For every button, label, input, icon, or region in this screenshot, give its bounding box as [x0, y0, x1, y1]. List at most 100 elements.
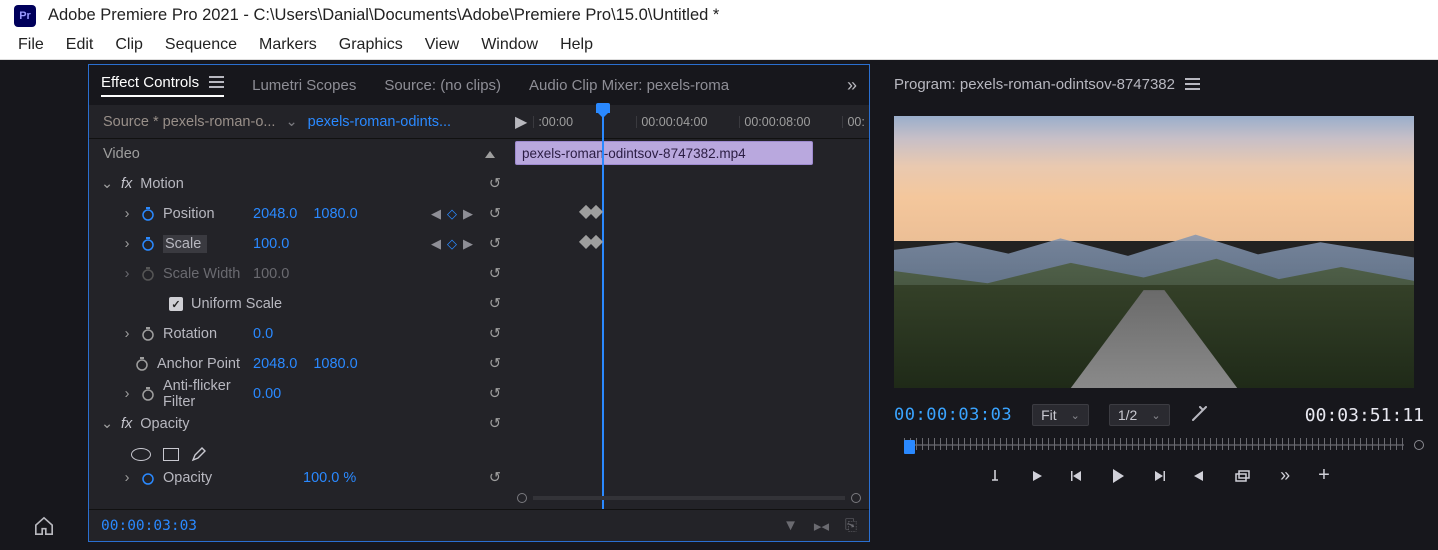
menu-clip[interactable]: Clip [115, 36, 143, 54]
program-playhead[interactable] [904, 440, 915, 454]
more-buttons-icon[interactable]: » [1280, 465, 1290, 486]
rectangle-mask-icon[interactable] [163, 448, 179, 461]
stopwatch-icon[interactable] [135, 357, 149, 371]
reset-icon[interactable]: ↺ [489, 326, 501, 342]
opacity-label: Opacity [140, 416, 473, 432]
lift-icon[interactable] [1234, 469, 1252, 483]
zoom-handle-left[interactable] [517, 493, 527, 503]
chevron-right-icon[interactable]: › [121, 470, 133, 486]
export-icon[interactable]: ⎘ [845, 517, 857, 534]
reset-icon[interactable]: ↺ [489, 206, 501, 222]
tab-audio-clip-mixer[interactable]: Audio Clip Mixer: pexels-roma [529, 77, 729, 94]
ec-zoom-scrub [89, 487, 869, 509]
reset-icon[interactable]: ↺ [489, 236, 501, 252]
add-keyframe-icon[interactable]: ◇ [447, 206, 457, 222]
anchor-x-value[interactable]: 2048.0 [253, 356, 297, 372]
stopwatch-icon[interactable] [141, 387, 155, 401]
zoom-track[interactable] [533, 493, 845, 503]
rotation-value[interactable]: 0.0 [253, 326, 273, 342]
fx-icon[interactable]: fx [121, 176, 132, 192]
prev-keyframe-icon[interactable]: ◀ [431, 236, 441, 252]
menu-view[interactable]: View [425, 36, 459, 54]
timeline-clip[interactable]: pexels-roman-odintsov-8747382.mp4 [515, 141, 813, 165]
reset-icon[interactable]: ↺ [489, 470, 501, 486]
more-tabs-icon[interactable]: » [847, 75, 857, 96]
menu-bar: File Edit Clip Sequence Markers Graphics… [0, 31, 1438, 60]
effect-motion: ⌄ fx Motion ↺ [89, 169, 869, 199]
opacity-value[interactable]: 100.0 % [303, 470, 356, 486]
reset-icon[interactable]: ↺ [489, 416, 501, 432]
reset-icon: ↺ [489, 266, 501, 282]
collapse-icon[interactable] [485, 151, 495, 158]
pen-mask-icon[interactable] [191, 446, 207, 462]
filter-icon[interactable]: ▼ [783, 517, 798, 534]
settings-icon[interactable] [1190, 406, 1208, 424]
stopwatch-icon [141, 267, 155, 281]
chevron-down-icon[interactable]: ⌄ [101, 416, 113, 432]
video-header: Video pexels-roman-odintsov-8747382.mp4 [89, 139, 869, 169]
step-back-icon[interactable] [1070, 469, 1084, 483]
ruler-end-handle[interactable] [1414, 440, 1424, 450]
panel-menu-icon[interactable] [1185, 78, 1200, 90]
menu-help[interactable]: Help [560, 36, 593, 54]
stopwatch-icon[interactable] [141, 237, 155, 251]
position-y-value[interactable]: 1080.0 [313, 206, 357, 222]
stopwatch-icon[interactable] [141, 471, 155, 485]
chevron-right-icon[interactable]: › [121, 326, 133, 342]
go-to-in-icon[interactable] [1028, 469, 1044, 483]
tab-source[interactable]: Source: (no clips) [384, 77, 501, 94]
menu-edit[interactable]: Edit [66, 36, 94, 54]
source-dropdown-icon[interactable]: ⌄ [285, 114, 297, 130]
add-button-icon[interactable]: + [1318, 464, 1330, 487]
chevron-right-icon[interactable]: › [121, 206, 133, 222]
chevron-down-icon[interactable]: ⌄ [101, 176, 113, 192]
menu-file[interactable]: File [18, 36, 44, 54]
ec-rows: Video pexels-roman-odintsov-8747382.mp4 … [89, 139, 869, 509]
anti-flicker-value[interactable]: 0.00 [253, 386, 281, 402]
play-only-icon[interactable]: ▶ [509, 112, 533, 132]
program-monitor[interactable] [894, 116, 1414, 388]
program-ruler[interactable] [894, 434, 1424, 456]
keyframe[interactable] [589, 235, 603, 249]
menu-graphics[interactable]: Graphics [339, 36, 403, 54]
zoom-handle-right[interactable] [851, 493, 861, 503]
menu-window[interactable]: Window [481, 36, 538, 54]
sequence-link[interactable]: pexels-roman-odints... [308, 114, 451, 130]
menu-markers[interactable]: Markers [259, 36, 317, 54]
panel-menu-icon[interactable] [209, 76, 224, 88]
program-timecode[interactable]: 00:00:03:03 [894, 405, 1012, 425]
keyframe[interactable] [589, 205, 603, 219]
zoom-fit-select[interactable]: Fit ⌄ [1032, 404, 1089, 426]
next-keyframe-icon[interactable]: ▶ [463, 236, 473, 252]
go-to-out-icon[interactable] [1192, 469, 1208, 483]
ellipse-mask-icon[interactable] [131, 448, 151, 461]
anchor-y-value[interactable]: 1080.0 [313, 356, 357, 372]
step-forward-icon[interactable] [1152, 469, 1166, 483]
chevron-right-icon[interactable]: › [121, 386, 133, 402]
mark-in-icon[interactable] [988, 468, 1002, 484]
reset-icon[interactable]: ↺ [489, 296, 501, 312]
menu-sequence[interactable]: Sequence [165, 36, 237, 54]
prev-keyframe-icon[interactable]: ◀ [431, 206, 441, 222]
reset-icon[interactable]: ↺ [489, 356, 501, 372]
reset-icon[interactable]: ↺ [489, 386, 501, 402]
position-x-value[interactable]: 2048.0 [253, 206, 297, 222]
home-icon[interactable] [33, 516, 55, 536]
next-keyframe-icon[interactable]: ▶ [463, 206, 473, 222]
tab-effect-controls[interactable]: Effect Controls [101, 74, 224, 97]
ec-timecode[interactable]: 00:00:03:03 [101, 518, 197, 534]
chevron-right-icon[interactable]: › [121, 236, 133, 252]
reset-icon[interactable]: ↺ [489, 176, 501, 192]
stopwatch-icon[interactable] [141, 327, 155, 341]
ec-footer: 00:00:03:03 ▼ ▸◂ ⎘ [89, 509, 869, 541]
scale-value[interactable]: 100.0 [253, 236, 289, 252]
stopwatch-icon[interactable] [141, 207, 155, 221]
ec-ruler[interactable]: :00:00 00:00:04:00 00:00:08:00 00: [533, 105, 869, 139]
uniform-scale-checkbox[interactable]: ✓ [169, 297, 183, 311]
snapshot-icon[interactable]: ▸◂ [814, 517, 829, 535]
add-keyframe-icon[interactable]: ◇ [447, 236, 457, 252]
resolution-select[interactable]: 1/2 ⌄ [1109, 404, 1170, 426]
fx-icon[interactable]: fx [121, 416, 132, 432]
tab-lumetri-scopes[interactable]: Lumetri Scopes [252, 77, 356, 94]
play-icon[interactable] [1110, 467, 1126, 485]
